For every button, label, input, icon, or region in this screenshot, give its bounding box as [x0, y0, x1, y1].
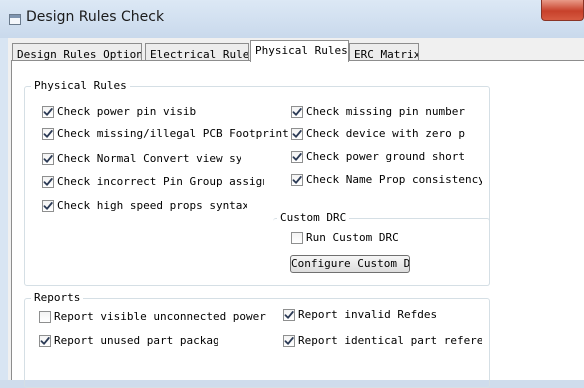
report-identical-part-reference-label[interactable]: Report identical part refere [298, 334, 482, 347]
check-name-prop-consistency-checkbox[interactable] [291, 174, 303, 186]
check-incorrect-pin-group-checkbox[interactable] [42, 176, 54, 188]
close-button[interactable] [541, 0, 584, 21]
report-visible-unconnected-power-label[interactable]: Report visible unconnected power [54, 310, 266, 323]
check-device-zero-pins-checkbox[interactable] [291, 128, 303, 140]
configure-custom-drc-button[interactable]: Configure Custom DRC [290, 255, 410, 273]
reports-group-label: Reports [31, 291, 84, 304]
check-missing-pin-number-label[interactable]: Check missing pin number [306, 105, 466, 118]
check-missing-illegal-pcb-footprint-checkbox[interactable] [42, 128, 54, 140]
check-name-prop-consistency-label[interactable]: Check Name Prop consistency [306, 173, 482, 186]
window-title: Design Rules Check [26, 9, 165, 25]
physical-rules-group-label: Physical Rules [31, 79, 130, 92]
check-normal-convert-view-label[interactable]: Check Normal Convert view sy [57, 152, 241, 165]
check-missing-pin-number-checkbox[interactable] [291, 106, 303, 118]
dialog-window: Design Rules Check Design Rules Options … [0, 0, 584, 388]
check-device-zero-pins-label[interactable]: Check device with zero pi [306, 127, 466, 140]
run-custom-drc-checkbox[interactable] [291, 232, 303, 244]
run-custom-drc-label[interactable]: Run Custom DRC [306, 231, 426, 244]
check-normal-convert-view-checkbox[interactable] [42, 153, 54, 165]
report-invalid-refdes-checkbox[interactable] [283, 309, 295, 321]
tab-page-physical-rules: Physical Rules Custom DRC Reports Check … [11, 60, 584, 388]
title-bar[interactable]: Design Rules Check [0, 0, 584, 38]
check-incorrect-pin-group-label[interactable]: Check incorrect Pin Group assign [57, 175, 264, 188]
report-invalid-refdes-label[interactable]: Report invalid Refdes [298, 308, 458, 321]
custom-drc-group-label: Custom DRC [277, 211, 350, 224]
report-identical-part-reference-checkbox[interactable] [283, 335, 295, 347]
check-power-ground-short-checkbox[interactable] [291, 151, 303, 163]
check-missing-illegal-pcb-footprint-label[interactable]: Check missing/illegal PCB Footprint p [57, 127, 289, 140]
check-power-pin-visible-label[interactable]: Check power pin visib [57, 105, 197, 118]
check-high-speed-props-checkbox[interactable] [42, 200, 54, 212]
check-power-ground-short-label[interactable]: Check power ground short [306, 150, 466, 163]
report-visible-unconnected-power-checkbox[interactable] [39, 311, 51, 323]
custom-drc-group: Custom DRC [273, 211, 490, 286]
report-unused-part-package-label[interactable]: Report unused part packag [54, 334, 218, 347]
check-high-speed-props-label[interactable]: Check high speed props syntax [57, 199, 247, 212]
check-power-pin-visible-checkbox[interactable] [42, 106, 54, 118]
window-icon [9, 14, 21, 25]
report-unused-part-package-checkbox[interactable] [39, 335, 51, 347]
tab-physical-rules[interactable]: Physical Rules [250, 40, 349, 62]
